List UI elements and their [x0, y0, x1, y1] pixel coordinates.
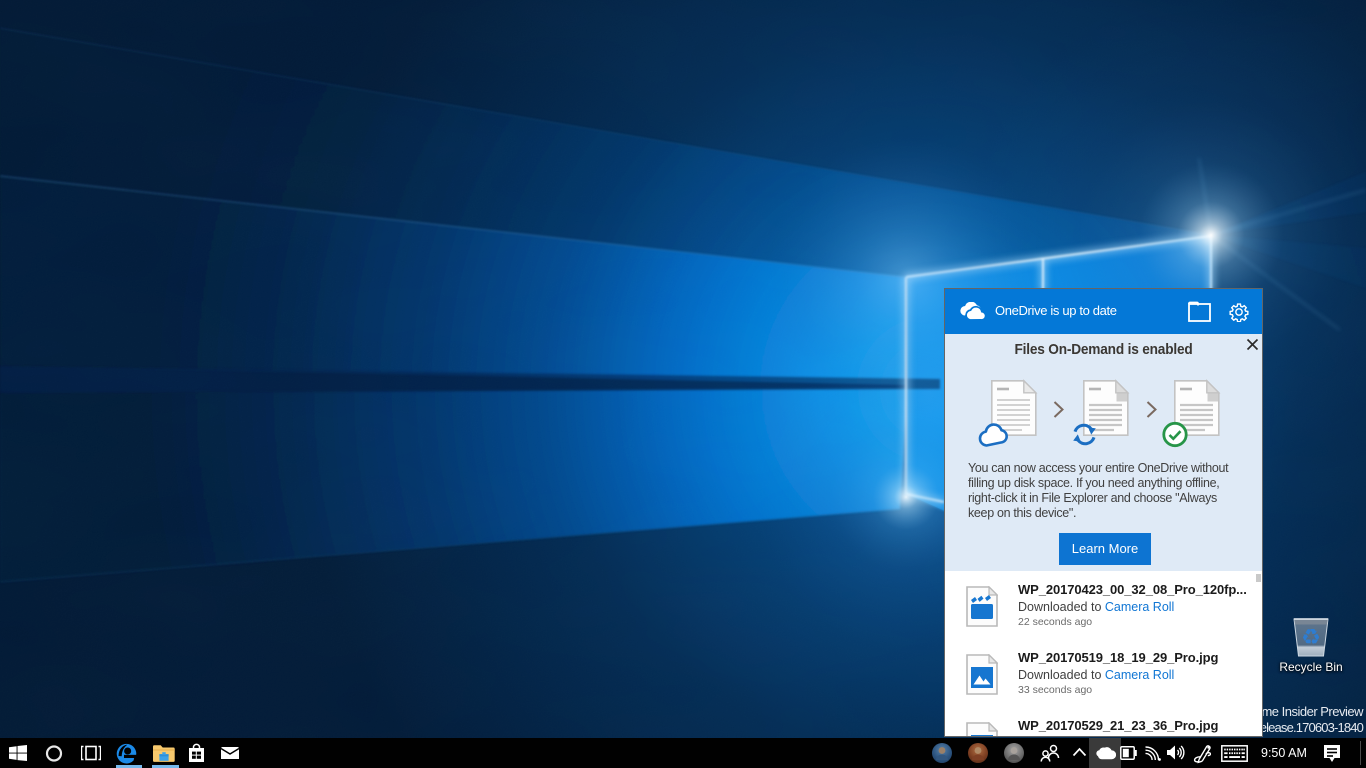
- svg-text:♻: ♻: [1301, 625, 1321, 650]
